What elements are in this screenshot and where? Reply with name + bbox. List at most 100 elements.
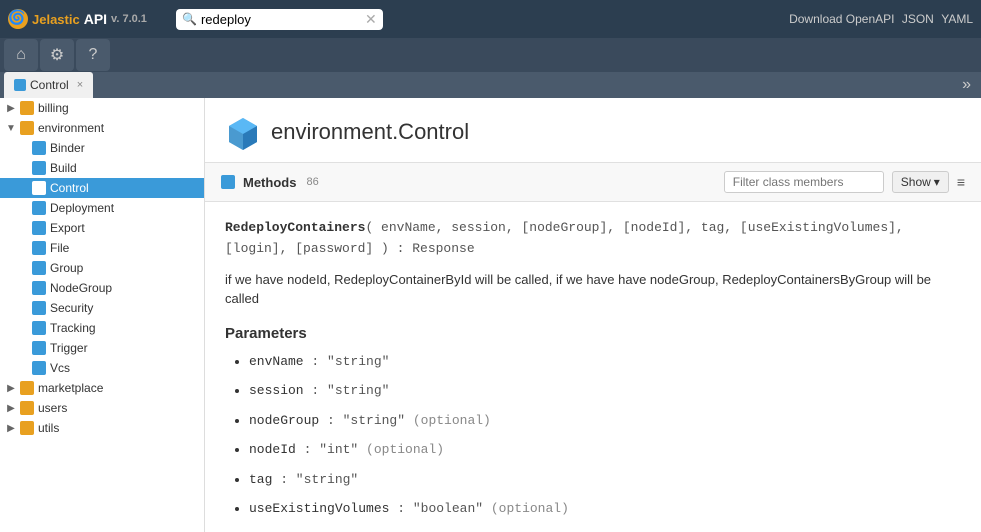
sidebar-item-users[interactable]: ▶ users [0,398,204,418]
param-session: session : "string" [249,381,961,401]
sidebar-item-trigger[interactable]: Trigger [0,338,204,358]
control-icon [32,181,46,195]
environment-icon [20,121,34,135]
sidebar: ▶ billing ▼ environment Binder Build Con… [0,98,205,532]
build-label: Build [50,161,77,175]
method-name: RedeployContainers [225,220,365,235]
param-optional-useexistingvolumes: (optional) [483,501,569,516]
sidebar-item-export[interactable]: Export [0,218,204,238]
param-name-nodeid: nodeId [249,442,296,457]
tabbar: Control × » [0,72,981,98]
tab-more-icon[interactable]: » [956,76,977,94]
tab-icon [14,79,26,91]
param-useexistingvolumes: useExistingVolumes : "boolean" (optional… [249,499,961,519]
methods-icon [221,175,235,189]
method-description: if we have nodeId, RedeployContainerById… [225,270,961,309]
settings-button[interactable]: ⚙ [40,39,74,71]
param-envname: envName : "string" [249,352,961,372]
trigger-label: Trigger [50,341,88,355]
toggle-arrow-users: ▶ [6,403,16,414]
json-link[interactable]: JSON [902,12,934,26]
methods-label: Methods [243,175,296,190]
show-chevron-icon: ▾ [934,175,940,189]
menu-icon[interactable]: ≡ [957,174,965,190]
sidebar-item-group[interactable]: Group [0,258,204,278]
sidebar-item-file[interactable]: File [0,238,204,258]
sidebar-item-tracking[interactable]: Tracking [0,318,204,338]
param-type-useexistingvolumes: : "boolean" [389,501,483,516]
topbar: 🌀 Jelastic API v. 7.0.1 🔍 ✕ Download Ope… [0,0,981,38]
page-header: environment.Control [205,98,981,163]
tab-label: Control [30,78,69,92]
parameters-title: Parameters [225,325,961,342]
sidebar-item-billing[interactable]: ▶ billing [0,98,204,118]
sidebar-item-environment[interactable]: ▼ environment [0,118,204,138]
jelastic-logo-icon: 🌀 [8,9,28,29]
deployment-label: Deployment [50,201,114,215]
methods-count: 86 [306,176,318,188]
search-bar: 🔍 ✕ [176,9,383,30]
yaml-link[interactable]: YAML [941,12,973,26]
params-list: envName : "string" session : "string" no… [225,352,961,519]
methods-bar: Methods 86 Show ▾ ≡ [205,163,981,202]
method-content: RedeployContainers( envName, session, [n… [205,202,981,532]
method-signature: RedeployContainers( envName, session, [n… [225,218,961,260]
tab-close-icon[interactable]: × [77,79,83,91]
param-type-nodeid: : "int" [296,442,358,457]
marketplace-label: marketplace [38,381,103,395]
sidebar-item-security[interactable]: Security [0,298,204,318]
billing-label: billing [38,101,69,115]
build-icon [32,161,46,175]
sidebar-item-build[interactable]: Build [0,158,204,178]
trigger-icon [32,341,46,355]
download-label: Download OpenAPI [789,12,894,26]
binder-icon [32,141,46,155]
vcs-icon [32,361,46,375]
control-tab[interactable]: Control × [4,72,93,98]
main-layout: ▶ billing ▼ environment Binder Build Con… [0,98,981,532]
logo-version-text: v. 7.0.1 [111,13,147,25]
param-name-nodegroup: nodeGroup [249,413,319,428]
show-button[interactable]: Show ▾ [892,171,949,193]
info-button[interactable]: ? [76,39,110,71]
file-label: File [50,241,69,255]
param-name-session: session [249,383,304,398]
home-button[interactable]: ⌂ [4,39,38,71]
page-icon [225,114,261,150]
tracking-label: Tracking [50,321,96,335]
binder-label: Binder [50,141,85,155]
users-label: users [38,401,67,415]
param-nodegroup: nodeGroup : "string" (optional) [249,411,961,431]
sidebar-item-nodegroup[interactable]: NodeGroup [0,278,204,298]
environment-label: environment [38,121,104,135]
param-name-tag: tag [249,472,272,487]
tracking-icon [32,321,46,335]
sidebar-item-vcs[interactable]: Vcs [0,358,204,378]
nodegroup-icon [32,281,46,295]
vcs-label: Vcs [50,361,70,375]
marketplace-icon [20,381,34,395]
param-nodeid: nodeId : "int" (optional) [249,440,961,460]
top-right-links: Download OpenAPI JSON YAML [789,12,973,26]
utils-label: utils [38,421,59,435]
control-label: Control [50,181,89,195]
deployment-icon [32,201,46,215]
billing-icon [20,101,34,115]
search-icon: 🔍 [182,12,197,26]
cube-icon [225,114,261,150]
group-icon [32,261,46,275]
param-type-tag: : "string" [272,472,358,487]
show-label: Show [901,175,931,189]
filter-class-members-input[interactable] [724,171,884,193]
param-type-session: : "string" [304,383,390,398]
search-input[interactable] [201,12,361,27]
search-clear-icon[interactable]: ✕ [365,11,377,28]
sidebar-item-marketplace[interactable]: ▶ marketplace [0,378,204,398]
sidebar-item-utils[interactable]: ▶ utils [0,418,204,438]
sidebar-item-deployment[interactable]: Deployment [0,198,204,218]
param-name-envname: envName [249,354,304,369]
content-area: environment.Control Methods 86 Show ▾ ≡ … [205,98,981,532]
logo-api-text: API [84,11,107,27]
sidebar-item-binder[interactable]: Binder [0,138,204,158]
sidebar-item-control[interactable]: Control [0,178,204,198]
